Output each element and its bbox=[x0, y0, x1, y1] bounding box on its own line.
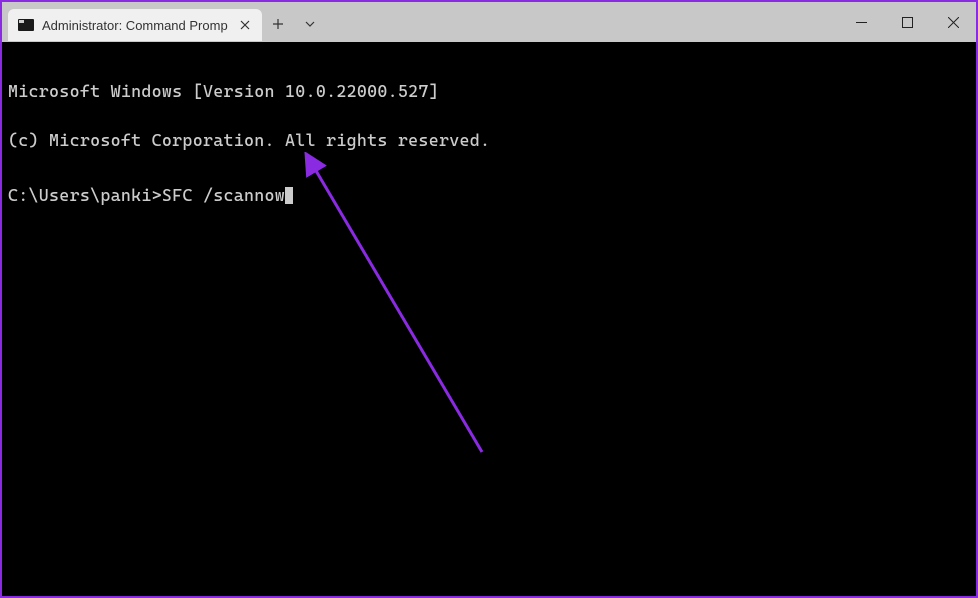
chevron-down-icon bbox=[304, 18, 316, 30]
cmd-icon bbox=[18, 19, 34, 31]
tab-dropdown-button[interactable] bbox=[294, 8, 326, 40]
maximize-button[interactable] bbox=[884, 2, 930, 42]
minimize-icon bbox=[856, 17, 867, 28]
terminal-output[interactable]: Microsoft Windows [Version 10.0.22000.52… bbox=[2, 42, 976, 244]
prompt-path: C:\Users\panki> bbox=[8, 185, 162, 205]
command-text: SFC /scannow bbox=[162, 185, 285, 205]
text-cursor bbox=[285, 187, 293, 204]
close-icon bbox=[240, 20, 250, 30]
close-window-button[interactable] bbox=[930, 2, 976, 42]
minimize-button[interactable] bbox=[838, 2, 884, 42]
new-tab-button[interactable] bbox=[262, 8, 294, 40]
copyright-line: (c) Microsoft Corporation. All rights re… bbox=[8, 128, 970, 153]
plus-icon bbox=[272, 18, 284, 30]
titlebar-left: Administrator: Command Promp bbox=[2, 2, 326, 42]
close-tab-button[interactable] bbox=[236, 16, 254, 34]
close-icon bbox=[948, 17, 959, 28]
version-line: Microsoft Windows [Version 10.0.22000.52… bbox=[8, 79, 970, 104]
prompt-line: C:\Users\panki>SFC /scannow bbox=[8, 183, 970, 208]
window-controls bbox=[838, 2, 976, 42]
window-titlebar: Administrator: Command Promp bbox=[2, 2, 976, 42]
tab-title: Administrator: Command Promp bbox=[42, 18, 228, 33]
terminal-tab[interactable]: Administrator: Command Promp bbox=[8, 9, 262, 41]
maximize-icon bbox=[902, 17, 913, 28]
